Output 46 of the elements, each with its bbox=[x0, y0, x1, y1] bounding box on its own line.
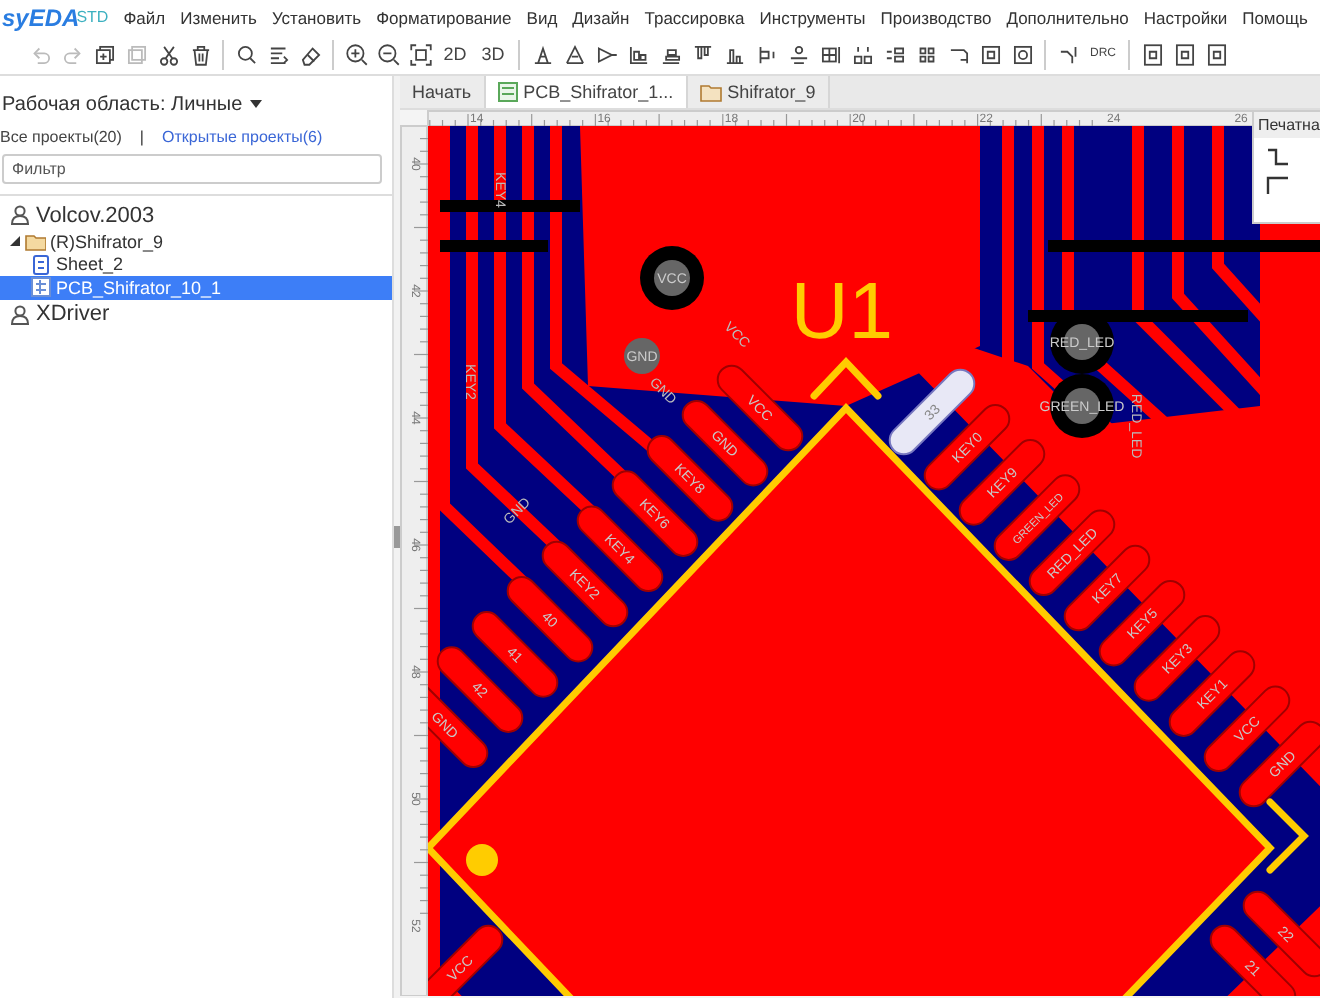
menu-item[interactable]: Дополнительно bbox=[1006, 7, 1129, 27]
panel-title: Печатна bbox=[1254, 112, 1320, 138]
filter-field[interactable]: Фильтр bbox=[2, 154, 382, 184]
menu-item[interactable]: Форматирование bbox=[376, 7, 512, 27]
track-icon bbox=[1266, 148, 1290, 168]
user-icon bbox=[10, 303, 32, 325]
menu-item[interactable]: Инструменты bbox=[759, 7, 866, 27]
workspace-label[interactable]: Рабочая область: Личные bbox=[2, 93, 243, 115]
tree-item[interactable]: (R)Shifrator_9 bbox=[50, 231, 164, 252]
pin-one-dot bbox=[466, 844, 498, 876]
menu-item[interactable]: Дизайн bbox=[572, 7, 630, 27]
menu-item[interactable]: Установить bbox=[271, 7, 362, 27]
user-icon bbox=[10, 204, 32, 226]
menu-item[interactable]: Изменить bbox=[180, 7, 257, 27]
pcb-icon bbox=[30, 276, 52, 299]
via bbox=[624, 338, 660, 374]
silkscreen-mark bbox=[810, 356, 882, 400]
tree-item[interactable]: XDriver bbox=[36, 302, 110, 326]
project-filter-link[interactable]: Все проекты(20) bbox=[0, 127, 122, 145]
folder-icon bbox=[699, 83, 722, 101]
folder-icon bbox=[24, 230, 46, 253]
component-label: U1 bbox=[790, 268, 894, 356]
toolbar-button[interactable]: 3D bbox=[474, 37, 512, 71]
pcb-icon bbox=[497, 82, 518, 102]
menu-item[interactable]: Файл bbox=[123, 7, 166, 27]
corner-icon bbox=[1266, 176, 1290, 196]
menu-item[interactable]: Помощь bbox=[1242, 7, 1308, 27]
tree-row-highlight[interactable]: PCB_Shifrator_10_1 bbox=[0, 276, 392, 299]
tree-item[interactable]: Volcov.2003 bbox=[36, 203, 155, 227]
via bbox=[654, 260, 690, 296]
tab-separator: | bbox=[139, 127, 144, 145]
menu-item[interactable]: Настройки bbox=[1143, 7, 1228, 27]
caret-icon bbox=[250, 100, 263, 108]
splitter-handle[interactable] bbox=[394, 526, 400, 548]
toolbar-button[interactable]: 2D bbox=[436, 37, 474, 71]
silkscreen-mark bbox=[1266, 798, 1309, 874]
app-logo: syEDA bbox=[2, 3, 80, 31]
menu-item[interactable]: Трассировка bbox=[644, 7, 745, 27]
menu-item[interactable]: Вид bbox=[526, 7, 558, 27]
edition-label: STD bbox=[76, 8, 109, 26]
tree-item[interactable]: Sheet_2 bbox=[56, 254, 124, 275]
schematic-icon bbox=[30, 253, 52, 276]
menu-item[interactable]: Производство bbox=[880, 7, 992, 27]
tree-item[interactable]: PCB_Shifrator_10_1 bbox=[56, 277, 222, 298]
document-tab[interactable]: PCB_Shifrator_1... bbox=[485, 76, 688, 108]
project-filter-link[interactable]: Открытые проекты(6) bbox=[162, 127, 323, 145]
